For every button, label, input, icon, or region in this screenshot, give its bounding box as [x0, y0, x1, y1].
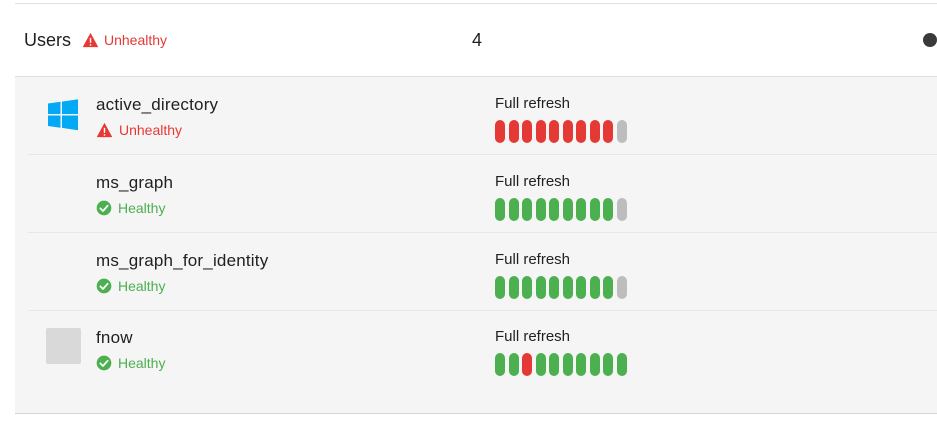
health-status: Unhealthy: [96, 122, 182, 138]
sync-run-failed[interactable]: [549, 120, 559, 143]
sync-run-success[interactable]: [508, 276, 519, 299]
health-label: Unhealthy: [119, 122, 183, 138]
sync-run-success[interactable]: [576, 198, 586, 221]
sync-run-success[interactable]: [603, 198, 613, 221]
sync-run-success[interactable]: [562, 276, 573, 299]
placeholder-icon: [46, 328, 81, 364]
sync-run-success[interactable]: [522, 276, 532, 299]
sync-run-success[interactable]: [508, 353, 519, 376]
sync-run-failed[interactable]: [562, 120, 573, 143]
sync-run-success[interactable]: [603, 276, 613, 299]
sync-run-success[interactable]: [549, 276, 559, 299]
check-circle-icon: [96, 355, 112, 371]
sync-run-failed[interactable]: [522, 353, 532, 376]
sync-run-success[interactable]: [535, 353, 546, 376]
connector-row-ms-graph-for-identity[interactable]: ms_graph_for_identity Healthy Full refre…: [28, 233, 937, 311]
sync-run-success[interactable]: [495, 198, 505, 221]
sync-run-failed[interactable]: [495, 120, 505, 143]
sync-run-empty[interactable]: [616, 198, 627, 221]
health-label: Healthy: [118, 355, 166, 371]
group-header-users[interactable]: Users Unhealthy 4: [15, 4, 937, 77]
connector-status-panel: Users Unhealthy 4 active_directory Unhea…: [0, 0, 937, 430]
sync-run-empty[interactable]: [616, 276, 627, 299]
health-label: Healthy: [118, 200, 166, 216]
group-status: Unhealthy: [82, 32, 167, 48]
connector-name[interactable]: fnow: [96, 328, 133, 348]
connector-row-ms-graph[interactable]: ms_graph Healthy Full refresh: [28, 155, 937, 233]
sync-run-success[interactable]: [495, 353, 505, 376]
sync-run-success[interactable]: [535, 198, 546, 221]
sync-run-success[interactable]: [562, 198, 573, 221]
warning-icon: [82, 32, 99, 48]
connector-name[interactable]: ms_graph: [96, 173, 173, 193]
sync-history: [495, 276, 627, 299]
sync-run-success[interactable]: [576, 353, 586, 376]
sync-run-success[interactable]: [562, 353, 573, 376]
sync-run-success[interactable]: [535, 276, 546, 299]
sync-run-success[interactable]: [508, 198, 519, 221]
health-status: Healthy: [96, 278, 165, 294]
connector-list: active_directory Unhealthy Full refresh …: [15, 77, 937, 414]
sync-type-label: Full refresh: [495, 251, 571, 268]
menu-dot-icon[interactable]: [923, 33, 937, 47]
sync-run-success[interactable]: [603, 353, 613, 376]
health-status: Healthy: [96, 355, 165, 371]
sync-run-success[interactable]: [616, 353, 627, 376]
connector-row-active-directory[interactable]: active_directory Unhealthy Full refresh: [28, 77, 937, 155]
sync-run-failed[interactable]: [508, 120, 519, 143]
health-status: Healthy: [96, 200, 165, 216]
sync-run-success[interactable]: [522, 198, 532, 221]
check-circle-icon: [96, 278, 112, 294]
windows-logo-icon: [46, 98, 82, 134]
connector-count: 4: [472, 30, 483, 50]
sync-history: [495, 120, 627, 143]
check-circle-icon: [96, 200, 112, 216]
sync-run-success[interactable]: [576, 276, 586, 299]
sync-run-success[interactable]: [589, 276, 600, 299]
sync-run-empty[interactable]: [616, 120, 627, 143]
sync-run-success[interactable]: [549, 353, 559, 376]
connector-name[interactable]: ms_graph_for_identity: [96, 251, 268, 271]
sync-history: [495, 353, 627, 376]
sync-type-label: Full refresh: [495, 95, 571, 112]
sync-run-success[interactable]: [549, 198, 559, 221]
connector-row-fnow[interactable]: fnow Healthy Full refresh: [28, 310, 937, 387]
health-label: Healthy: [118, 278, 166, 294]
group-title: Users: [24, 30, 72, 50]
sync-run-failed[interactable]: [535, 120, 546, 143]
sync-history: [495, 198, 627, 221]
group-status-label: Unhealthy: [104, 32, 168, 48]
sync-type-label: Full refresh: [495, 173, 571, 190]
sync-run-failed[interactable]: [522, 120, 532, 143]
sync-run-failed[interactable]: [576, 120, 586, 143]
connector-name[interactable]: active_directory: [96, 95, 218, 115]
sync-run-success[interactable]: [589, 353, 600, 376]
warning-icon: [96, 122, 113, 138]
sync-run-success[interactable]: [495, 276, 505, 299]
sync-run-failed[interactable]: [603, 120, 613, 143]
sync-run-success[interactable]: [589, 198, 600, 221]
sync-type-label: Full refresh: [495, 328, 571, 345]
sync-run-failed[interactable]: [589, 120, 600, 143]
